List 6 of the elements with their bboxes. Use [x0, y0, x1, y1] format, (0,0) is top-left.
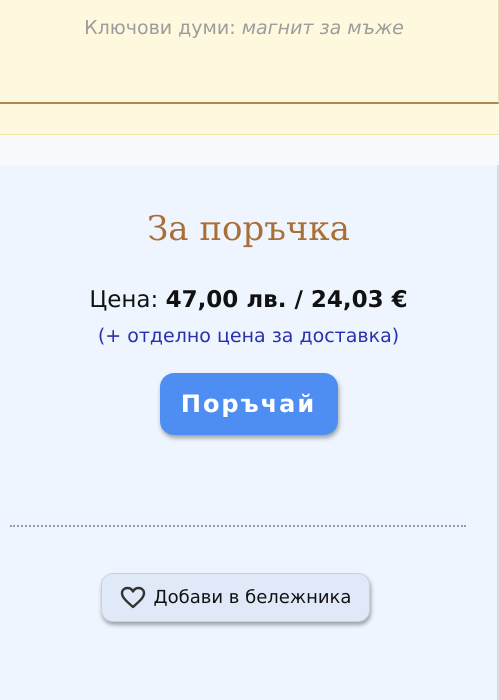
order-title: За поръчка [147, 209, 350, 249]
heart-icon [120, 586, 146, 610]
price-text: Цена: 47,00 лв. / 24,03 € [89, 287, 408, 313]
keywords-text: Ключови думи: магнит за мъже [84, 17, 404, 39]
bookmark-button[interactable]: Добави в бележника [101, 573, 370, 622]
delivery-note: (+ отделно цена за доставка) [98, 325, 400, 347]
